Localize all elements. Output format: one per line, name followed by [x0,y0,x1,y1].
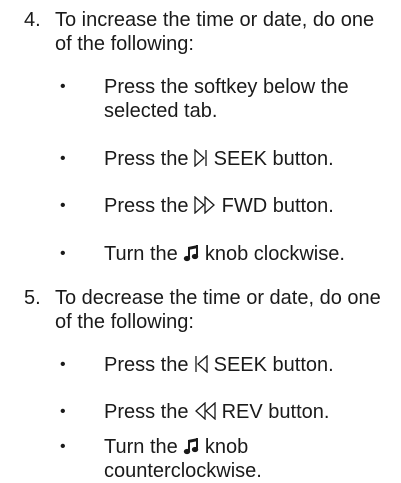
bullet-text: Turn the knob clockwise. [104,243,345,265]
fast-forward-icon [194,196,216,214]
instruction-document: 4. To increase the time or date, do one … [0,0,401,482]
rewind-icon [195,402,216,420]
step-text: To increase the time or date, do one of … [55,9,375,55]
bullet-marker: • [60,197,66,214]
bullet-marker: • [60,403,66,420]
bullet-marker: • [60,356,66,373]
bullet-text: Press the FWD button. [104,195,334,217]
seek-forward-icon [194,149,207,167]
bullet-text: Press the SEEK button. [104,354,334,376]
bullet-marker: • [60,78,66,95]
step-text: To decrease the time or date, do one of … [55,287,381,333]
music-note-icon [184,438,199,455]
step-number: 4. [24,9,41,31]
bullet-marker: • [60,438,66,455]
seek-back-icon [195,355,208,373]
bullet-text: Press the SEEK button. [104,148,334,170]
bullet-text: Turn the knob counterclockwise. [104,436,262,482]
bullet-text: Press the REV button. [104,401,330,423]
music-note-icon [184,245,199,262]
bullet-marker: • [60,245,66,262]
bullet-text: Press the softkey below the selected tab… [104,76,349,122]
bullet-marker: • [60,150,66,167]
step-number: 5. [24,287,41,309]
